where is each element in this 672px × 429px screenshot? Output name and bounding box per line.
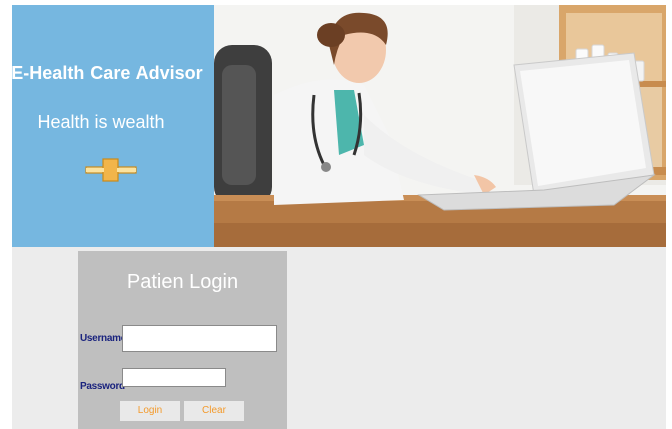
doctor-at-laptop-photo <box>214 5 666 247</box>
clear-button[interactable]: Clear <box>184 401 244 421</box>
login-form: Patien Login Username Password Login Cle… <box>78 251 287 429</box>
app-slogan: Health is wealth <box>37 112 165 132</box>
username-label: Username <box>80 333 126 344</box>
hero-photo <box>214 5 666 247</box>
login-title: Patien Login <box>126 271 239 293</box>
app-title: E-Health Care Advisor <box>11 63 203 83</box>
login-button[interactable]: Login <box>120 401 180 421</box>
password-label: Password <box>80 381 125 392</box>
password-input[interactable] <box>122 368 226 387</box>
page: E-Health Care Advisor Health is wealth P… <box>0 0 672 429</box>
username-input[interactable] <box>122 325 277 352</box>
medical-cross-icon <box>85 158 137 182</box>
